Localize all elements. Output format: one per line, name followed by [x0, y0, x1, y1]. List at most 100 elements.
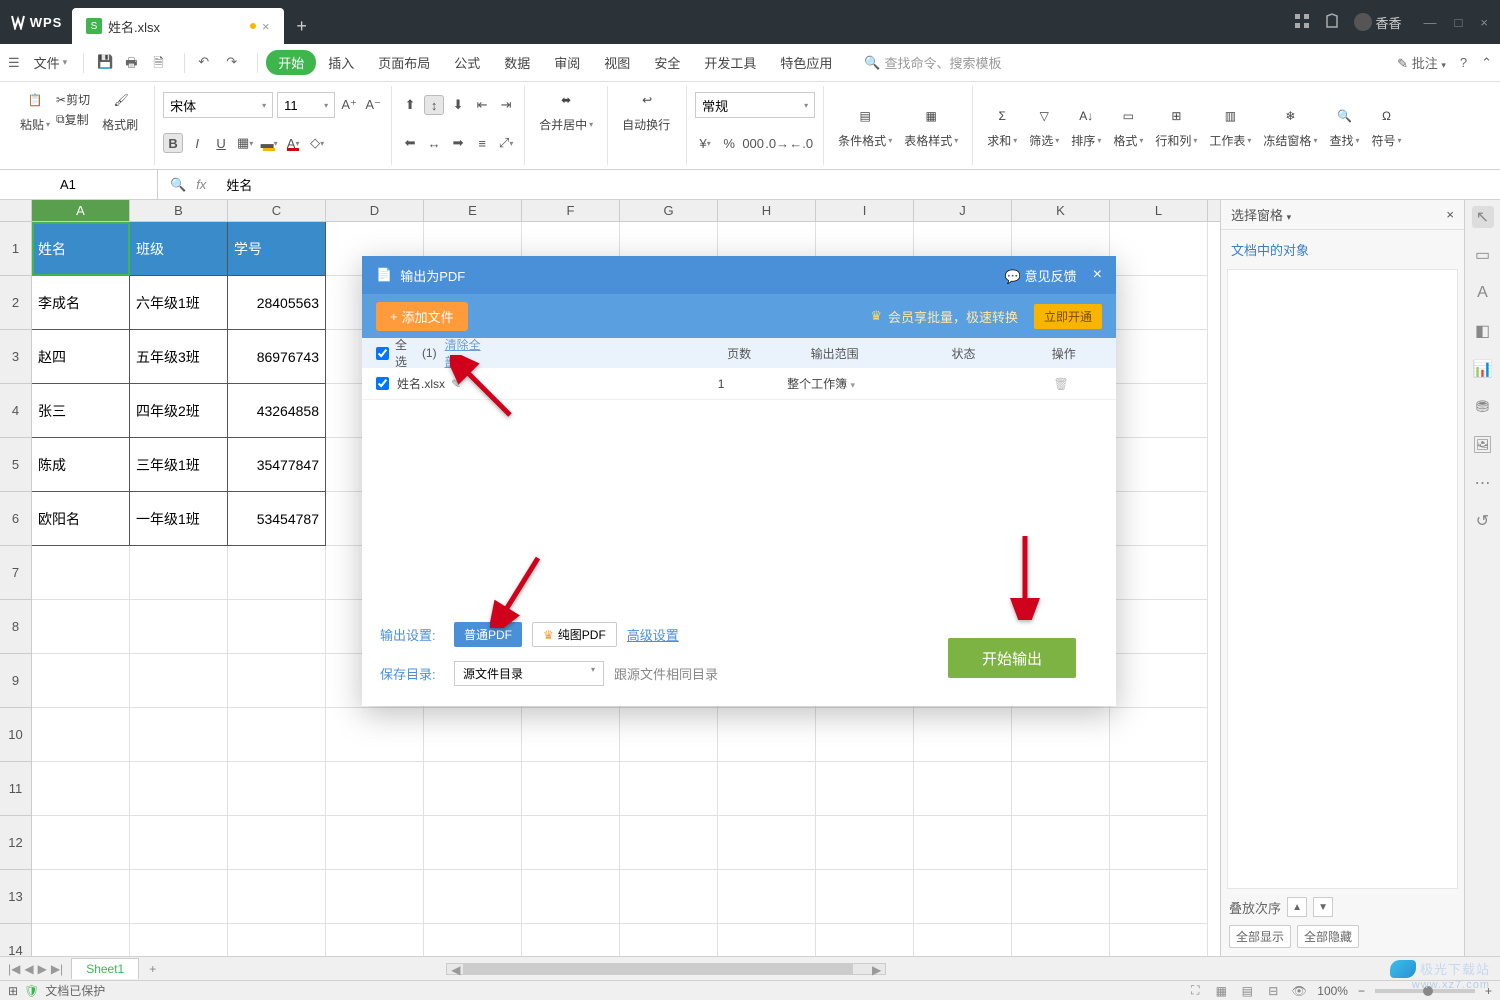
dialog-file-row[interactable]: 姓名.xlsx ✎ 1 整个工作簿 ▾ 🗑 [362, 368, 1116, 400]
row-header[interactable]: 6 [0, 492, 32, 546]
hide-all-button[interactable]: 全部隐藏 [1297, 925, 1359, 948]
row-header[interactable]: 10 [0, 708, 32, 762]
cell[interactable] [130, 870, 228, 924]
collapse-ribbon-icon[interactable]: ⌃ [1481, 55, 1492, 71]
cell[interactable] [1110, 276, 1208, 330]
cell[interactable] [522, 816, 620, 870]
cell[interactable] [1012, 816, 1110, 870]
analysis-icon[interactable]: 📊 [1472, 358, 1494, 380]
cell[interactable] [228, 924, 326, 956]
row-header[interactable]: 7 [0, 546, 32, 600]
tab-formula[interactable]: 公式 [442, 53, 492, 72]
cell[interactable] [32, 816, 130, 870]
first-sheet-icon[interactable]: |◀ [8, 962, 20, 976]
cell[interactable] [228, 546, 326, 600]
cell[interactable] [522, 870, 620, 924]
align-middle-icon[interactable]: ↕ [424, 95, 444, 115]
symbol-button[interactable]: Ω符号 [1365, 86, 1407, 165]
cell[interactable]: 张三 [32, 384, 130, 438]
cell[interactable] [228, 816, 326, 870]
advanced-settings-link[interactable]: 高级设置 [627, 625, 679, 644]
clear-all-link[interactable]: 清除全部 [445, 336, 491, 370]
thousands-icon[interactable]: 000 [743, 133, 763, 153]
font-family-select[interactable]: 宋体 [163, 92, 273, 118]
col-header-K[interactable]: K [1012, 200, 1110, 221]
align-justify-icon[interactable]: ≡ [472, 133, 492, 153]
cell[interactable] [326, 924, 424, 956]
cell[interactable] [424, 708, 522, 762]
copy-button[interactable]: ⧉ 复制 [56, 111, 92, 128]
currency-icon[interactable]: ¥ [695, 133, 715, 153]
table-style-button[interactable]: ▦表格样式 [898, 86, 964, 165]
delete-file-icon[interactable]: 🗑 [1021, 377, 1101, 391]
row-header[interactable]: 4 [0, 384, 32, 438]
row-header[interactable]: 9 [0, 654, 32, 708]
cell[interactable] [914, 708, 1012, 762]
cell[interactable] [228, 708, 326, 762]
cell[interactable] [522, 762, 620, 816]
fx-icon[interactable]: fx [196, 177, 206, 193]
cell[interactable] [620, 870, 718, 924]
cursor-icon[interactable]: ↖ [1472, 206, 1494, 228]
cell[interactable] [130, 708, 228, 762]
cell[interactable] [718, 924, 816, 956]
cell[interactable]: 35477847 [228, 438, 326, 492]
cell[interactable] [718, 816, 816, 870]
picture-icon[interactable]: 🖼 [1472, 434, 1494, 456]
number-format-select[interactable]: 常规 [695, 92, 815, 118]
row-header[interactable]: 3 [0, 330, 32, 384]
tab-special[interactable]: 特色应用 [768, 53, 844, 72]
cell[interactable]: 86976743 [228, 330, 326, 384]
sort-button[interactable]: A↓排序 [1065, 86, 1107, 165]
normal-pdf-button[interactable]: 普通PDF [454, 622, 522, 647]
user-badge[interactable]: 香香 [1354, 13, 1402, 32]
properties-icon[interactable]: ▭ [1472, 244, 1494, 266]
cell[interactable] [1110, 762, 1208, 816]
cell[interactable]: 一年级1班 [130, 492, 228, 546]
cell[interactable] [32, 708, 130, 762]
cell[interactable] [1110, 870, 1208, 924]
fullscreen-icon[interactable]: ⛶ [1187, 983, 1203, 999]
cell[interactable] [620, 924, 718, 956]
cell[interactable]: 53454787 [228, 492, 326, 546]
indent-decrease-icon[interactable]: ⇤ [472, 95, 492, 115]
col-header-F[interactable]: F [522, 200, 620, 221]
grid-apps-icon[interactable] [1294, 13, 1310, 32]
cell[interactable] [130, 762, 228, 816]
col-header-C[interactable]: C [228, 200, 326, 221]
col-header-B[interactable]: B [130, 200, 228, 221]
cut-button[interactable]: ✂ 剪切 [56, 91, 92, 108]
cell[interactable]: 班级 [130, 222, 228, 276]
annotate-button[interactable]: ✎ 批注 ▾ [1397, 53, 1446, 72]
zoom-cell-icon[interactable]: 🔍 [170, 177, 186, 193]
page-layout-icon[interactable]: ▤ [1239, 983, 1255, 999]
add-file-button[interactable]: + 添加文件 [376, 302, 468, 331]
name-box[interactable]: A1 [8, 170, 158, 199]
cell[interactable] [424, 816, 522, 870]
upgrade-button[interactable]: 立即开通 [1034, 304, 1102, 329]
redo-icon[interactable]: ↷ [226, 54, 244, 72]
horizontal-scrollbar[interactable]: ◀ ▶ [446, 963, 886, 975]
cell[interactable] [816, 816, 914, 870]
tab-security[interactable]: 安全 [642, 53, 692, 72]
cell[interactable] [326, 816, 424, 870]
cell[interactable] [1012, 762, 1110, 816]
cell[interactable] [228, 762, 326, 816]
backup-icon[interactable]: ⛃ [1472, 396, 1494, 418]
move-down-button[interactable]: ▼ [1313, 897, 1333, 917]
start-export-button[interactable]: 开始输出 [948, 638, 1076, 678]
cell[interactable] [32, 654, 130, 708]
cell[interactable] [424, 762, 522, 816]
underline-button[interactable]: U [211, 133, 231, 153]
file-menu[interactable]: 文件 [26, 53, 76, 72]
row-header[interactable]: 8 [0, 600, 32, 654]
cell[interactable] [130, 924, 228, 956]
add-sheet-button[interactable]: + [139, 962, 166, 976]
cell[interactable] [816, 870, 914, 924]
show-all-button[interactable]: 全部显示 [1229, 925, 1291, 948]
clear-format-button[interactable]: ◇ [307, 133, 327, 153]
col-header-H[interactable]: H [718, 200, 816, 221]
cell[interactable]: 姓名 [32, 222, 130, 276]
zoom-label[interactable]: 100% [1317, 984, 1348, 998]
cell[interactable]: 欧阳名 [32, 492, 130, 546]
